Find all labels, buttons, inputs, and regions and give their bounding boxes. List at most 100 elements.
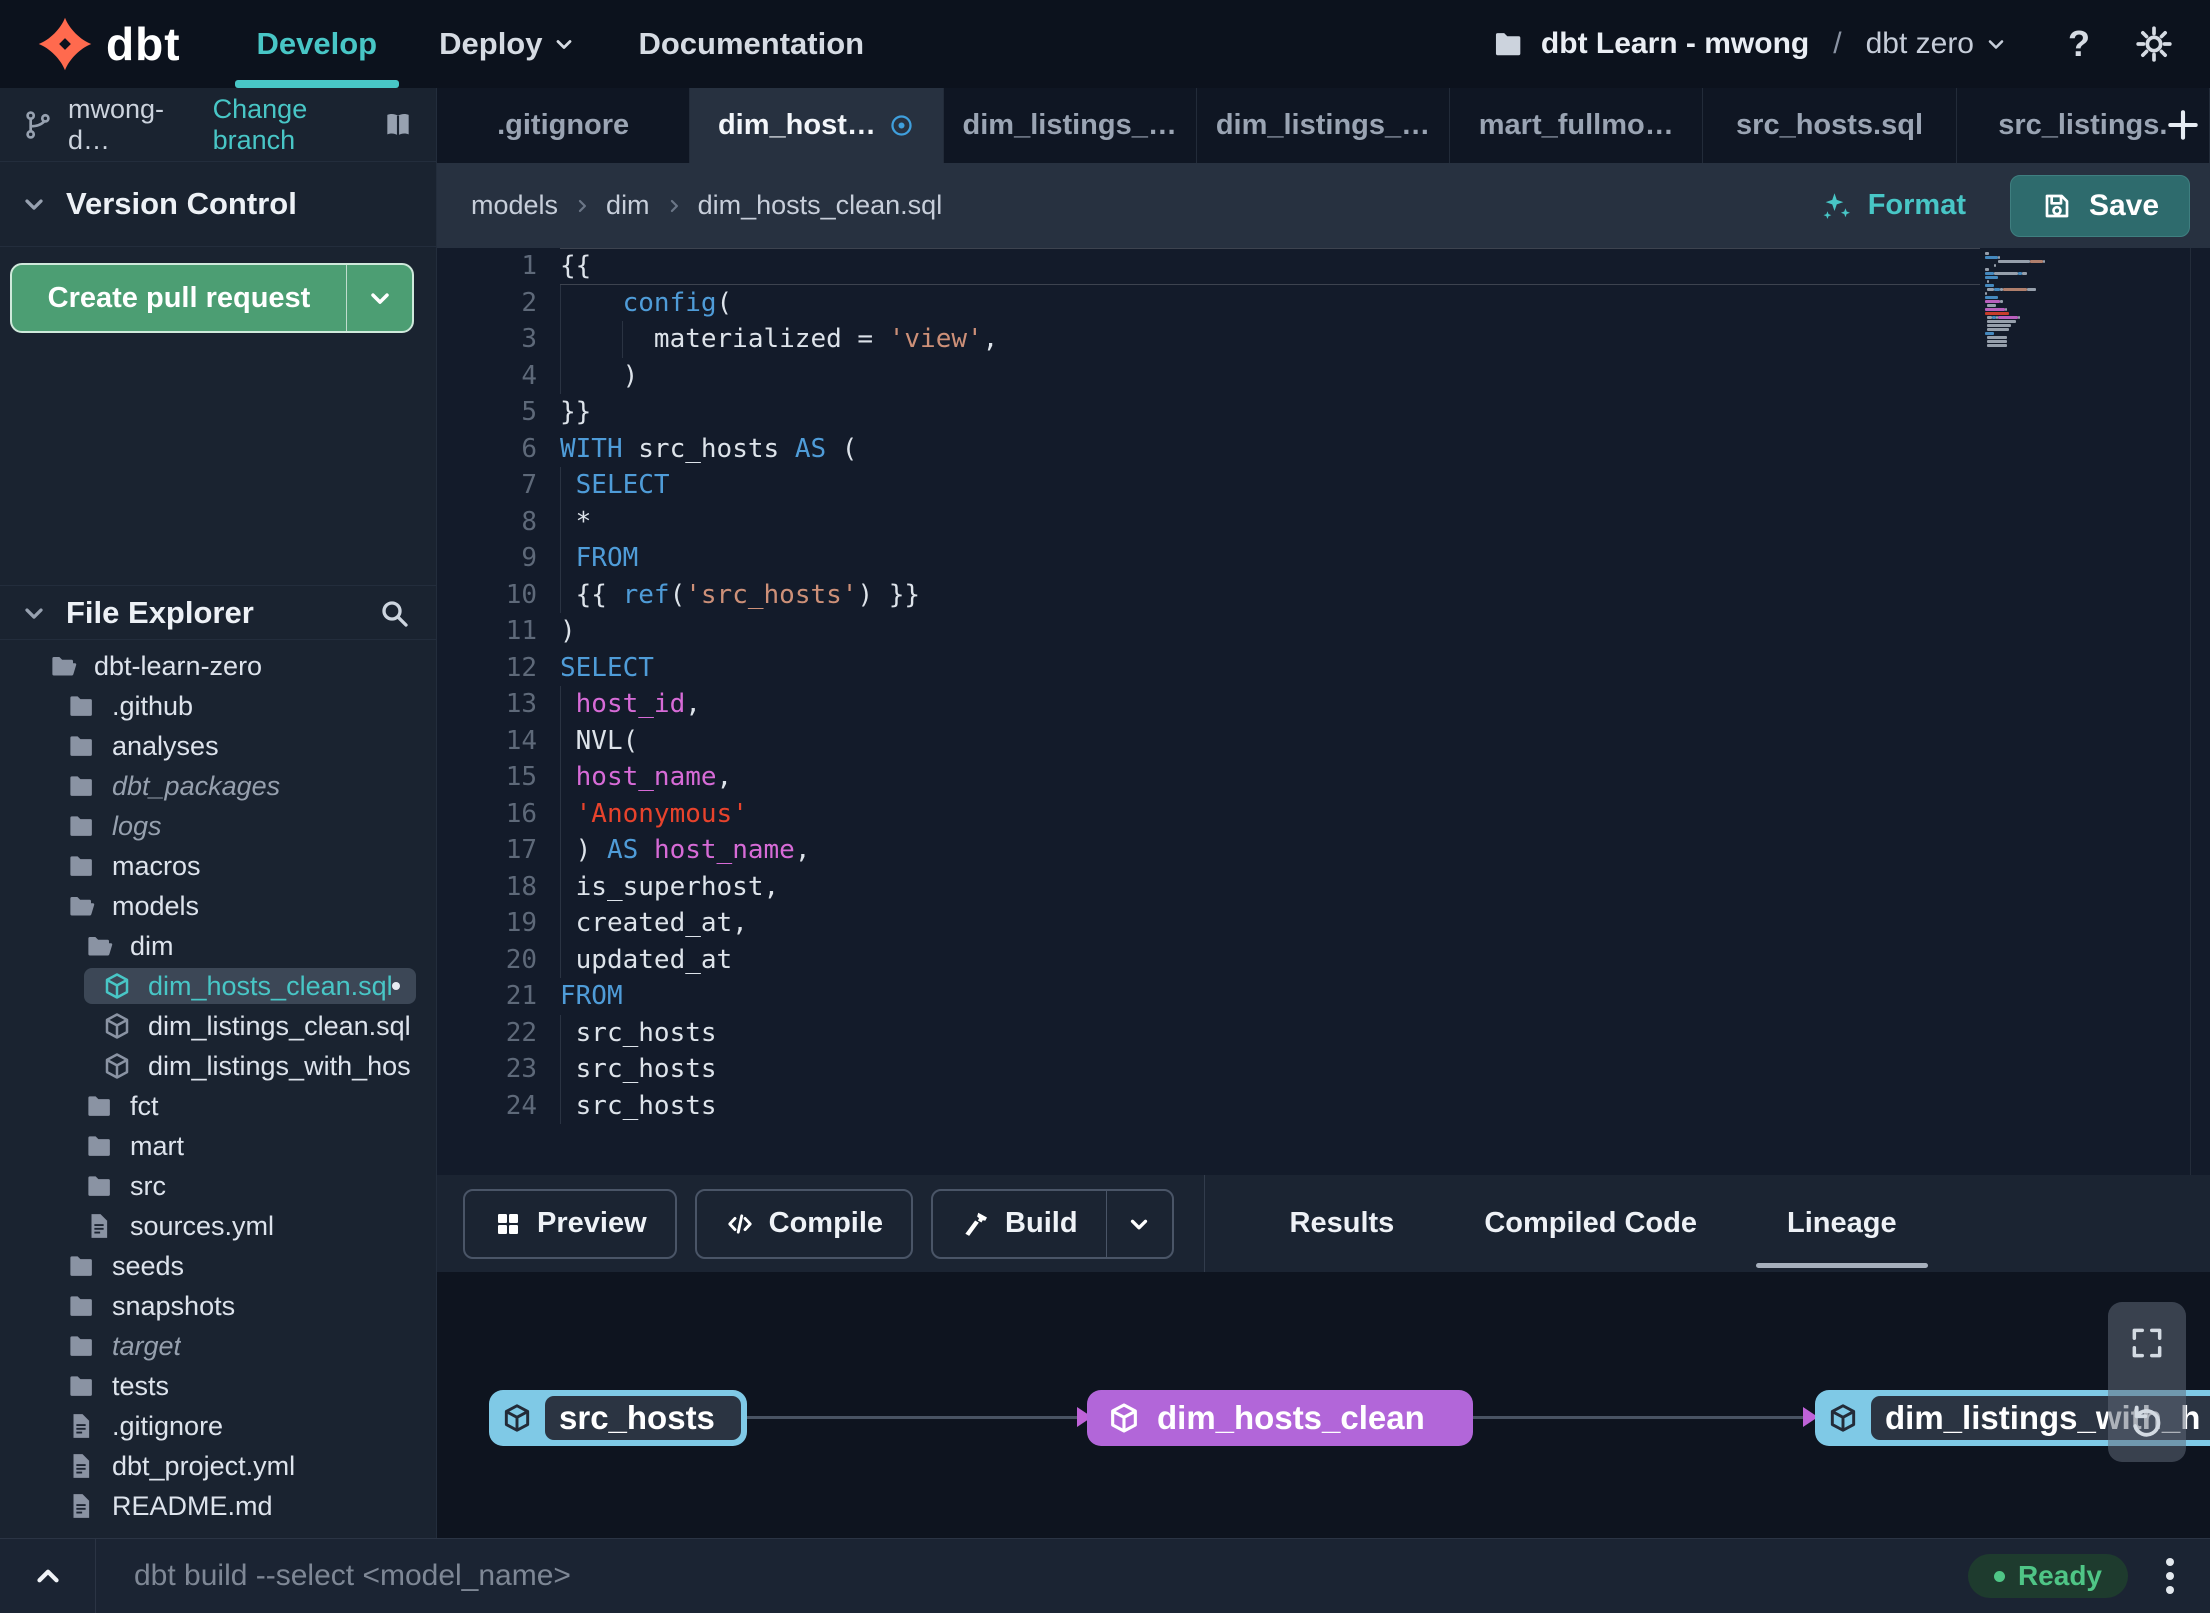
tab-label: dim_listings_… [962, 109, 1177, 141]
branch-row: mwong-d… Change branch [0, 88, 436, 162]
breadcrumb-dim-hosts-clean-sql[interactable]: dim_hosts_clean.sql [698, 190, 943, 221]
line-number: 4 [521, 360, 537, 391]
panel-tab-results[interactable]: Results [1245, 1175, 1440, 1272]
docs-book-icon[interactable] [382, 109, 414, 141]
minimap[interactable] [1985, 252, 2045, 348]
panel-tab-lineage[interactable]: Lineage [1742, 1175, 1942, 1272]
tree-item-readme-md[interactable]: README.md [0, 1486, 436, 1526]
change-branch-link[interactable]: Change branch [213, 94, 382, 156]
tree-item-dim-listings-with-hosts[interactable]: dim_listings_with_hosts… [0, 1046, 436, 1086]
code-area[interactable]: {{ config( materialized = 'view', )}} WIT… [560, 248, 2146, 1124]
bottom-action-bar: Preview Compile Build Results Compiled Co… [437, 1175, 2210, 1272]
tree-item-dim[interactable]: dim [0, 926, 436, 966]
tab-label: dim_listings_… [1215, 109, 1431, 141]
lineage-node-label: dim_hosts_clean [1157, 1399, 1425, 1436]
version-control-header[interactable]: Version Control [0, 162, 436, 247]
project-selector[interactable]: dbt zero [1866, 27, 2008, 61]
folder-icon [66, 1331, 96, 1361]
tab-src-hosts-sql[interactable]: src_hosts.sql [1703, 88, 1957, 163]
line-number: 23 [505, 1054, 537, 1084]
hammer-icon [961, 1209, 991, 1239]
tree-item-dbt-learn-zero[interactable]: dbt-learn-zero [0, 646, 436, 686]
chevron-up-icon [31, 1559, 65, 1593]
build-button[interactable]: Build [933, 1191, 1106, 1257]
tree-item-tests[interactable]: tests [0, 1366, 436, 1406]
account-name[interactable]: dbt Learn - mwong [1541, 27, 1809, 61]
unsaved-dot [392, 982, 400, 990]
breadcrumb-separator: / [1833, 27, 1842, 60]
gear-icon[interactable] [2134, 24, 2174, 64]
tree-item-label: logs [112, 810, 162, 841]
tab-dim-listings[interactable]: dim_listings_… [944, 88, 1197, 163]
code-line: NVL( [560, 725, 639, 756]
tree-item-analyses[interactable]: analyses [0, 726, 436, 766]
tree-item-github[interactable]: .github [0, 686, 436, 726]
folder-icon [66, 1371, 96, 1401]
pr-dropdown-caret[interactable] [346, 265, 412, 331]
tab-gitignore[interactable]: .gitignore [437, 88, 691, 163]
nav-deploy[interactable]: Deploy [439, 0, 576, 88]
status-dot-icon [1993, 1570, 2005, 1582]
tree-item-label: dim_listings_clean.sql [148, 1010, 410, 1041]
tree-item-logs[interactable]: logs [0, 806, 436, 846]
code-editor[interactable]: 1 2 3 4 5 6 7 8 9 10 11 12 13 14 15 16 17 18 19 20 21 22 23 24 … [437, 248, 2210, 1175]
expand-command-bar-button[interactable] [0, 1559, 95, 1593]
tree-item-dim-hosts-clean-sql[interactable]: dim_hosts_clean.sql [0, 966, 436, 1006]
panel-divider [1203, 1175, 1205, 1272]
folder-icon [84, 1131, 114, 1161]
command-input[interactable]: dbt build --select <model_name> [134, 1559, 571, 1593]
tree-item-target[interactable]: target [0, 1326, 436, 1366]
editor-scrollbar[interactable] [2190, 248, 2191, 1175]
code-line: SELECT [575, 470, 670, 500]
lineage-node-src-hosts[interactable]: src_hosts [489, 1390, 747, 1446]
tree-item-seeds[interactable]: seeds [0, 1246, 436, 1286]
format-button[interactable]: Format [1818, 188, 1966, 224]
lineage-node-label: src_hosts [559, 1399, 715, 1436]
build-dropdown-caret[interactable] [1105, 1190, 1172, 1257]
model-cube-icon [102, 971, 132, 1001]
code-line: is_superhost, [560, 871, 780, 902]
preview-button[interactable]: Preview [463, 1188, 677, 1259]
nav-documentation[interactable]: Documentation [638, 0, 864, 88]
breadcrumb-dim[interactable]: dim [606, 190, 650, 221]
folder-open-icon [84, 931, 114, 961]
panel-tab-compiled-code[interactable]: Compiled Code [1439, 1175, 1742, 1272]
tree-item-mart[interactable]: mart [0, 1126, 436, 1166]
dbt-cloud-ide: dbt Develop Deploy Documentation dbt Lea… [0, 0, 2210, 1613]
tab-dim-host[interactable]: dim_host… [690, 88, 944, 163]
tree-item-gitignore[interactable]: .gitignore [0, 1406, 436, 1446]
new-tab-button[interactable] [2164, 106, 2202, 144]
line-number: 20 [505, 944, 537, 975]
tree-item-src[interactable]: src [0, 1166, 436, 1206]
code-line: FROM [560, 981, 623, 1011]
tree-item-sources-yml[interactable]: sources.yml [0, 1206, 436, 1246]
tab-dim-listings[interactable]: dim_listings_… [1197, 88, 1451, 163]
modified-dot-icon [888, 112, 915, 139]
file-explorer-header[interactable]: File Explorer [0, 585, 436, 640]
grid-preview-icon [493, 1209, 523, 1239]
kebab-menu-icon[interactable] [2150, 1558, 2190, 1594]
help-button[interactable]: ? [2068, 23, 2090, 65]
tree-item-fct[interactable]: fct [0, 1086, 436, 1126]
tree-item-snapshots[interactable]: snapshots [0, 1286, 436, 1326]
tree-item-dbt-project-yml[interactable]: dbt_project.yml [0, 1446, 436, 1486]
git-branch-icon [22, 109, 54, 141]
save-button[interactable]: Save [2010, 174, 2190, 237]
refresh-icon[interactable] [2128, 1402, 2166, 1440]
compile-button[interactable]: Compile [694, 1188, 914, 1259]
search-icon[interactable] [378, 597, 410, 629]
create-pull-request-button[interactable]: Create pull request [10, 263, 414, 333]
tree-item-macros[interactable]: macros [0, 846, 436, 886]
tab-mart-fullmo[interactable]: mart_fullmo… [1450, 88, 1704, 163]
nav-develop[interactable]: Develop [234, 0, 399, 88]
tree-item-models[interactable]: models [0, 886, 436, 926]
tree-item-dim-listings-clean-sql[interactable]: dim_listings_clean.sql [0, 1006, 436, 1046]
fullscreen-icon[interactable] [2128, 1324, 2166, 1362]
tree-item-label: seeds [112, 1250, 185, 1281]
tree-item-dbt-packages[interactable]: dbt_packages [0, 766, 436, 806]
code-line: 'Anonymous' [575, 798, 748, 829]
dbt-logo[interactable]: dbt [36, 15, 181, 73]
lineage-panel[interactable]: src_hosts dim_hosts_clean dim_listings_wit… [437, 1272, 2210, 1538]
breadcrumb-models[interactable]: models [471, 190, 558, 221]
lineage-node-dim-hosts-clean[interactable]: dim_hosts_clean [1087, 1390, 1473, 1446]
